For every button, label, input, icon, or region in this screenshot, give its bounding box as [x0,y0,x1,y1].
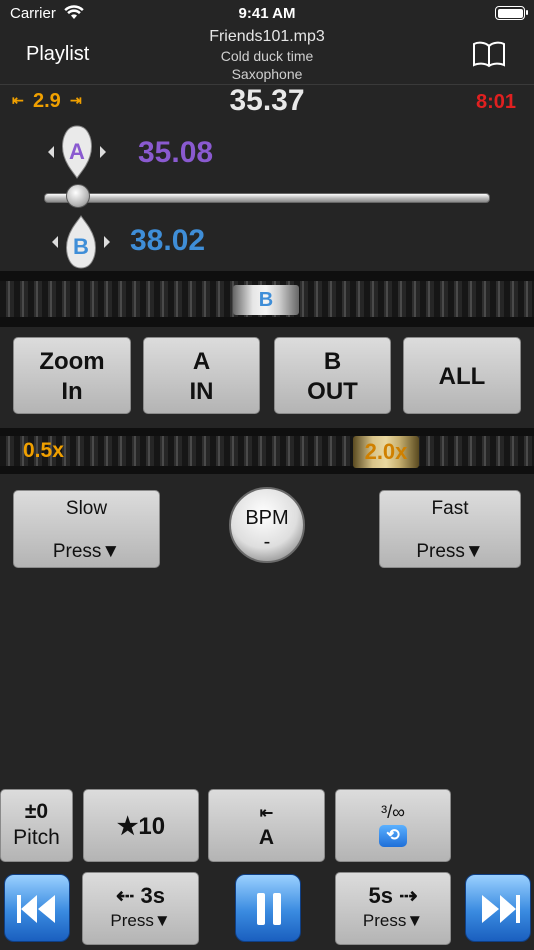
b-out-button[interactable]: B OUT [274,337,391,414]
zoom-in-line2: In [61,378,83,405]
scrub-thumb[interactable] [66,184,90,208]
track-title: Friends101.mp3 [209,28,325,45]
fast-label: Fast [431,498,469,519]
slow-label: Slow [65,498,108,519]
slow-press-label: Press▼ [52,541,121,562]
status-bar: Carrier 9:41 AM [0,0,534,28]
bpm-value: - [263,531,271,553]
rewind-icon [17,895,55,923]
a-in-line2: IN [189,378,214,405]
scrub-bar[interactable] [44,193,490,203]
pitch-label: Pitch [13,826,60,849]
skip-forward-press: Press▼ [362,911,424,930]
loop-count-button[interactable]: ³/∞ ⟲ [335,789,451,862]
track-instrument: Saxophone [231,66,303,82]
bpm-label: BPM [245,507,289,529]
loop-count-label: ³/∞ [381,802,405,822]
a-point-time: 35.08 [138,136,214,169]
b-marker-handle[interactable]: B [50,214,112,275]
a-in-line1: A [192,348,211,375]
track-duration: 8:01 [476,91,517,113]
a-in-button[interactable]: A IN [143,337,260,414]
clock-label: 9:41 AM [238,5,296,22]
go-to-a-button[interactable]: ⇤ A [208,789,325,862]
go-to-a-label: A [258,826,275,849]
previous-track-button[interactable] [4,874,70,942]
fast-button[interactable]: Fast Press▼ [379,490,521,568]
skip-back-button[interactable]: ⇠ 3s Press▼ [82,872,199,945]
book-icon[interactable] [472,40,506,73]
fast-forward-icon [482,895,520,923]
favorite-button[interactable]: ★10 [83,789,199,862]
all-button[interactable]: ALL [403,337,521,414]
pause-button[interactable] [235,874,301,942]
bpm-button[interactable]: BPM - [229,487,305,563]
pitch-button[interactable]: ±0 Pitch [0,789,73,862]
a-marker-handle[interactable]: A [46,124,108,185]
track-subtitle: Cold duck time [220,48,314,64]
b-marker-letter: B [73,234,89,259]
skip-back-press: Press▼ [110,911,171,930]
b-out-line2: OUT [307,378,358,405]
go-to-start-icon: ⇤ [259,805,274,822]
speed-slider[interactable] [0,428,534,474]
speed-min-label: 0.5x [23,439,64,462]
pause-icon [257,893,281,925]
zoom-in-button[interactable]: Zoom In [13,337,131,414]
a-marker-letter: A [69,139,85,164]
skip-forward-button[interactable]: 5s ⇢ Press▼ [335,872,451,945]
repeat-icon: ⟲ [379,825,407,847]
pitch-value: ±0 [24,800,49,823]
b-point-time: 38.02 [130,224,206,257]
skip-back-label: ⇠ 3s [115,883,166,908]
battery-icon [495,6,528,20]
zoom-in-line1: Zoom [39,348,105,375]
slow-button[interactable]: Slow Press▼ [13,490,160,568]
current-position: 35.37 [229,84,305,117]
next-track-button[interactable] [465,874,531,942]
jog-knob[interactable]: B [233,285,299,315]
speed-knob[interactable]: 2.0x [353,436,419,468]
skip-forward-label: 5s ⇢ [368,883,418,908]
b-out-line1: B [323,348,342,375]
fast-press-label: Press▼ [416,541,484,562]
